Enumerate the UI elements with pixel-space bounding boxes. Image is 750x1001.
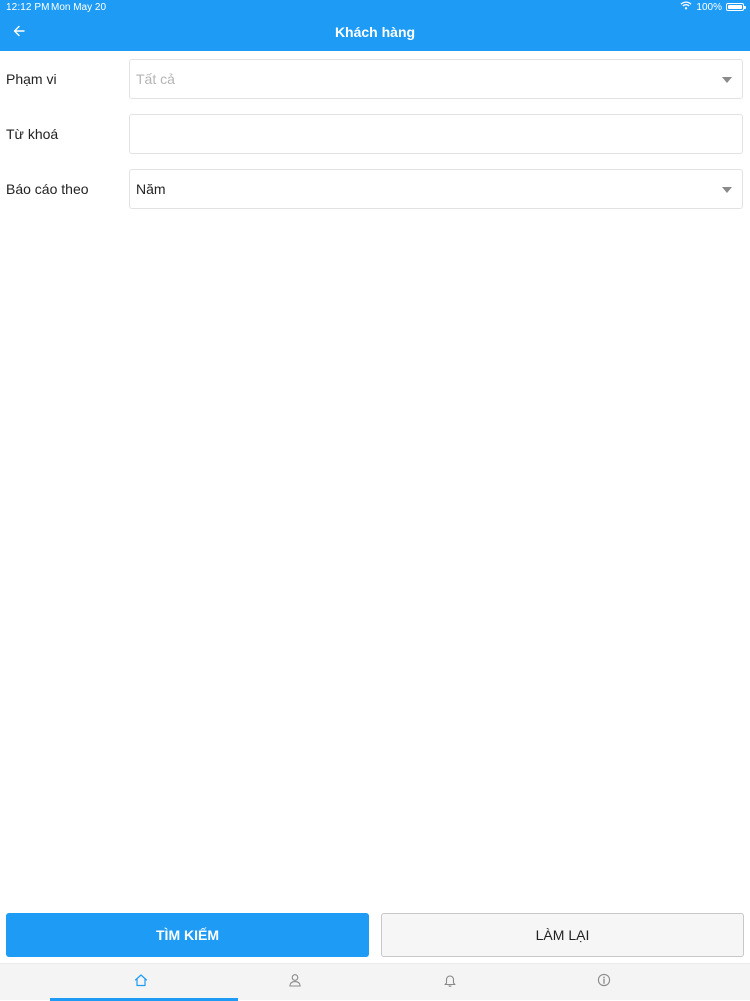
form-row-scope: Phạm vi Tất cả — [0, 59, 750, 101]
user-icon — [288, 973, 302, 992]
battery-icon — [726, 3, 746, 11]
tab-user[interactable] — [220, 964, 370, 1001]
bell-icon — [443, 973, 457, 992]
bottom-tab-bar — [0, 963, 750, 1001]
keyword-field — [129, 114, 743, 154]
report-by-label: Báo cáo theo — [6, 181, 89, 197]
status-date: Mon May 20 — [51, 2, 107, 13]
scope-placeholder: Tất cả — [136, 71, 175, 87]
keyword-input[interactable] — [130, 115, 742, 153]
info-icon — [597, 973, 611, 992]
form-row-report-by: Báo cáo theo Năm — [0, 169, 750, 211]
battery-percent: 100% — [696, 1, 722, 13]
caret-down-icon — [722, 187, 732, 193]
status-time: 12:12 PM — [6, 2, 50, 13]
wifi-icon — [680, 1, 692, 13]
report-by-select[interactable]: Năm — [129, 169, 743, 209]
report-by-value: Năm — [136, 181, 166, 197]
page-title: Khách hàng — [334, 24, 416, 40]
tab-notifications[interactable] — [375, 964, 525, 1001]
tab-info[interactable] — [529, 964, 679, 1001]
keyword-label: Từ khoá — [6, 126, 59, 142]
scope-select[interactable]: Tất cả — [129, 59, 743, 99]
search-button[interactable]: TÌM KIẾM — [6, 913, 369, 957]
reset-button[interactable]: LÀM LẠI — [381, 913, 744, 957]
form-row-keyword: Từ khoá — [0, 114, 750, 156]
top-bar: 12:12 PM Mon May 20 100% Khách hàng — [0, 0, 750, 51]
tab-home[interactable] — [66, 964, 216, 1001]
home-icon — [134, 973, 148, 992]
caret-down-icon — [722, 77, 732, 83]
scope-label: Phạm vi — [6, 71, 57, 87]
status-indicators: 100% — [680, 1, 746, 13]
